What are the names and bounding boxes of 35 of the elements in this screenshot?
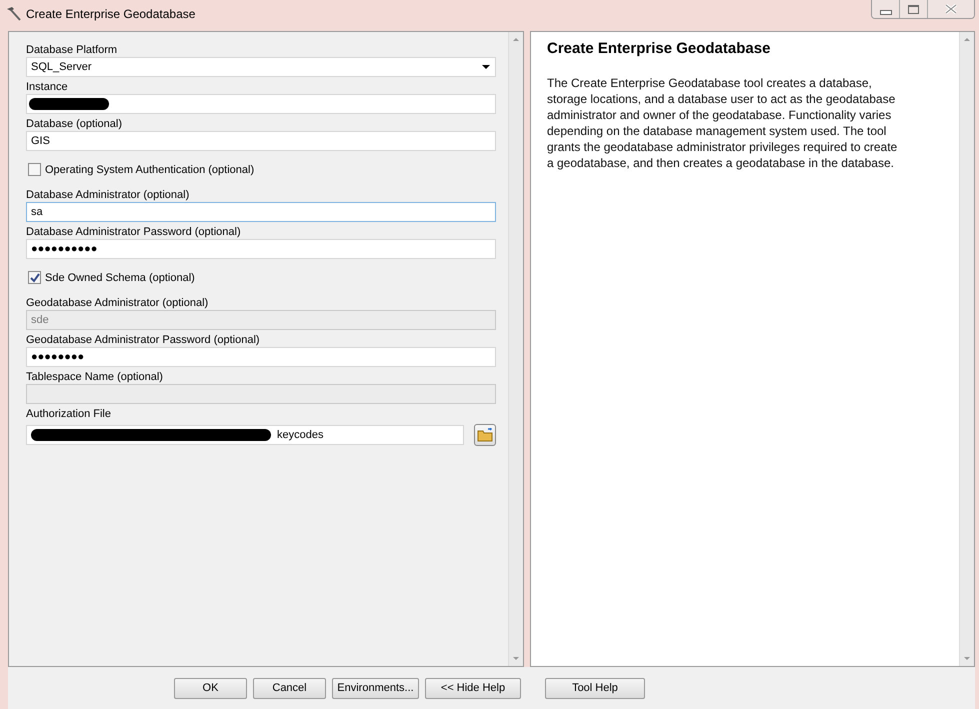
dialog-button[interactable]: OK xyxy=(174,678,247,698)
field-label: Database Administrator (optional) xyxy=(26,188,190,202)
checkbox[interactable] xyxy=(28,271,41,284)
window-title: Create Enterprise Geodatabase xyxy=(26,7,196,21)
minimize-button[interactable] xyxy=(872,0,900,18)
input-field[interactable]: ●●●●●●●●●● xyxy=(26,239,496,259)
dialog-button[interactable]: Environments... xyxy=(332,678,419,698)
help-text: The Create Enterprise Geodatabase tool creates a database, storage locations, and a database user to act as the geodatabase administrator and owner of the geodatabase. Functionality varies depending on the database management system used. The tool grants the geodatabase administrator privileges required to create a geodatabase, and then creates a geodatabase in the database. xyxy=(547,75,898,171)
checkbox[interactable] xyxy=(28,163,41,176)
dialog-button[interactable]: << Hide Help xyxy=(425,678,521,698)
field-label: Database (optional) xyxy=(26,117,124,131)
field-label: Tablespace Name (optional) xyxy=(26,370,164,384)
checkbox-label: Operating System Authentication (optional) xyxy=(45,164,254,176)
close-button[interactable] xyxy=(928,0,974,18)
input-field[interactable]: sa xyxy=(26,202,496,222)
input-field[interactable]: GIS xyxy=(26,131,496,151)
field-label: Database Platform xyxy=(26,43,118,57)
folder-icon xyxy=(477,428,493,442)
dialog-button[interactable]: Tool Help xyxy=(545,678,645,698)
field-label: Database Administrator Password (optional) xyxy=(26,225,242,239)
browse-button[interactable] xyxy=(474,424,496,446)
dialog-button[interactable]: Cancel xyxy=(253,678,326,698)
input-field[interactable]: keycodes xyxy=(26,425,464,445)
input-field[interactable] xyxy=(26,94,496,114)
dropdown-arrow-icon xyxy=(482,65,490,69)
maximize-button[interactable] xyxy=(900,0,928,18)
field-label: Instance xyxy=(26,80,69,94)
input-field[interactable]: ●●●●●●●● xyxy=(26,347,496,367)
field-label: Authorization File xyxy=(26,407,112,421)
help-title: Create Enterprise Geodatabase xyxy=(547,40,772,57)
field-label: Geodatabase Administrator Password (optional) xyxy=(26,333,261,347)
dropdown[interactable]: SQL_Server xyxy=(26,57,496,77)
field-label: Geodatabase Administrator (optional) xyxy=(26,296,210,310)
checkbox-label: Sde Owned Schema (optional) xyxy=(45,272,195,284)
close-icon xyxy=(945,4,957,14)
